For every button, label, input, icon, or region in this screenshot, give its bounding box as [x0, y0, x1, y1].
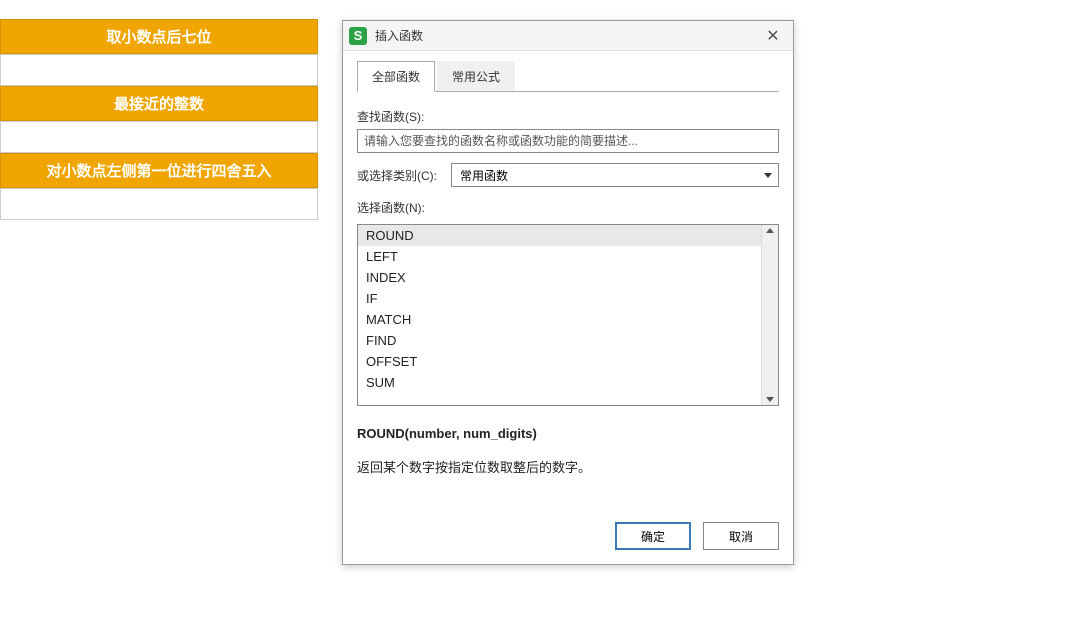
app-icon: S [349, 27, 367, 45]
category-value: 常用函数 [460, 167, 508, 184]
function-item-if[interactable]: IF [358, 288, 761, 309]
function-item-round[interactable]: ROUND [358, 225, 761, 246]
tab-all-functions[interactable]: 全部函数 [357, 61, 435, 92]
function-list-inner: ROUND LEFT INDEX IF MATCH FIND OFFSET SU… [358, 225, 761, 405]
search-label: 查找函数(S): [357, 108, 779, 125]
scroll-up-icon[interactable] [766, 228, 774, 233]
header-cell-3: 对小数点左侧第一位进行四舍五入 [0, 153, 318, 188]
category-label: 或选择类别(C): [357, 167, 437, 184]
cancel-button[interactable]: 取消 [703, 522, 779, 550]
function-item-match[interactable]: MATCH [358, 309, 761, 330]
function-item-left[interactable]: LEFT [358, 246, 761, 267]
left-cells-panel: 取小数点后七位 最接近的整数 对小数点左侧第一位进行四舍五入 [0, 19, 320, 220]
function-description: ROUND(number, num_digits) 返回某个数字按指定位数取整后… [357, 426, 779, 476]
chevron-down-icon [764, 173, 772, 178]
function-signature: ROUND(number, num_digits) [357, 426, 779, 441]
empty-cell-2[interactable] [0, 121, 318, 153]
ok-button[interactable]: 确定 [615, 522, 691, 550]
titlebar-left: S 插入函数 [349, 27, 423, 45]
category-select[interactable]: 常用函数 [451, 163, 779, 187]
dialog-titlebar: S 插入函数 ✕ [343, 21, 793, 51]
dialog-body: 查找函数(S): 或选择类别(C): 常用函数 选择函数(N): ROUND L… [343, 92, 793, 510]
tab-common-formulas[interactable]: 常用公式 [437, 61, 515, 92]
function-desc-text: 返回某个数字按指定位数取整后的数字。 [357, 457, 779, 476]
listbox-scrollbar[interactable] [761, 225, 778, 405]
empty-cell-3[interactable] [0, 188, 318, 220]
header-cell-1: 取小数点后七位 [0, 19, 318, 54]
select-function-label: 选择函数(N): [357, 199, 779, 216]
function-listbox: ROUND LEFT INDEX IF MATCH FIND OFFSET SU… [357, 224, 779, 406]
dialog-title: 插入函数 [375, 27, 423, 44]
function-item-offset[interactable]: OFFSET [358, 351, 761, 372]
empty-cell-1[interactable] [0, 54, 318, 86]
tabs: 全部函数 常用公式 [343, 51, 793, 92]
function-item-index[interactable]: INDEX [358, 267, 761, 288]
function-item-find[interactable]: FIND [358, 330, 761, 351]
function-item-sum[interactable]: SUM [358, 372, 761, 393]
dialog-footer: 确定 取消 [343, 510, 793, 564]
close-icon[interactable]: ✕ [761, 24, 785, 48]
search-input[interactable] [357, 129, 779, 153]
category-row: 或选择类别(C): 常用函数 [357, 163, 779, 187]
header-cell-2: 最接近的整数 [0, 86, 318, 121]
insert-function-dialog: S 插入函数 ✕ 全部函数 常用公式 查找函数(S): 或选择类别(C): 常用… [342, 20, 794, 565]
scroll-down-icon[interactable] [766, 397, 774, 402]
